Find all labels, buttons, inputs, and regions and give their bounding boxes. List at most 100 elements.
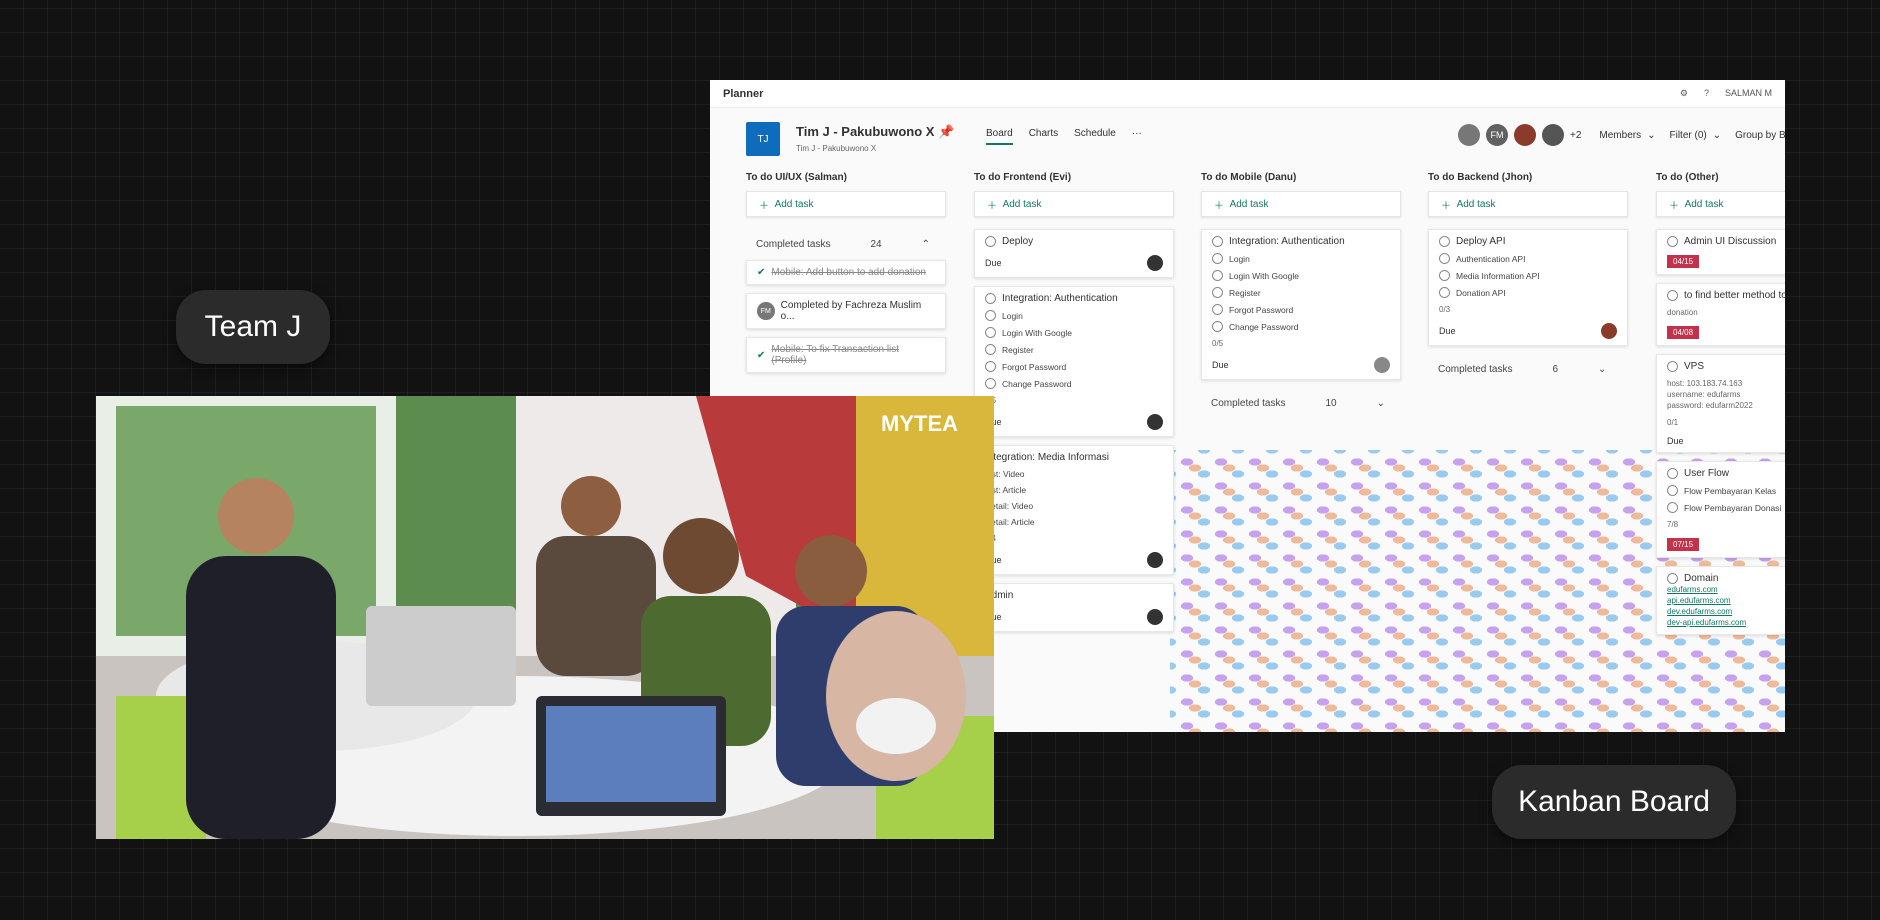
- header-controls: FM +2 Members ⌄ Filter (0) ⌄ Group by B: [1458, 124, 1785, 146]
- gear-icon[interactable]: ⚙: [1680, 88, 1688, 99]
- subtask-radio[interactable]: [1212, 253, 1223, 264]
- check-icon[interactable]: ✔: [757, 267, 765, 278]
- subtask-radio[interactable]: [1667, 485, 1678, 496]
- complete-radio[interactable]: [1667, 236, 1678, 247]
- view-tabs: Board Charts Schedule ···: [986, 128, 1142, 145]
- subtask-radio[interactable]: [985, 310, 996, 321]
- task-card-deploy-api[interactable]: Deploy API Authentication API Media Info…: [1428, 229, 1628, 346]
- plus-icon: ＋: [1669, 200, 1685, 212]
- task-card-domain[interactable]: Domain edufarms.com api.edufarms.com dev…: [1656, 566, 1785, 635]
- column-title: To do Frontend (Evi): [974, 172, 1072, 183]
- subtask-radio[interactable]: [1439, 270, 1450, 281]
- task-card-admin[interactable]: Admin Due: [974, 583, 1174, 632]
- checklist-progress: 0/5: [985, 395, 1163, 406]
- complete-radio[interactable]: [985, 236, 996, 247]
- subtask-radio[interactable]: [1212, 270, 1223, 281]
- subtask-radio[interactable]: [985, 361, 996, 372]
- tab-board[interactable]: Board: [986, 128, 1013, 145]
- plus-icon: ＋: [1441, 200, 1457, 212]
- column-title: To do (Other): [1656, 172, 1719, 183]
- plan-header: TJ Tim J - Pakubuwono X 📌 Tim J - Pakubu…: [746, 122, 1785, 160]
- due-date-badge: 07/15: [1667, 538, 1700, 551]
- checklist-progress: 7/8: [1667, 520, 1679, 529]
- add-task-button[interactable]: ＋ Add task: [746, 191, 946, 217]
- task-card[interactable]: ✔ Mobile: To fix Transaction list (Profil…: [746, 337, 946, 373]
- group-by-button[interactable]: Group by B: [1735, 130, 1785, 141]
- subtask-radio[interactable]: [1439, 287, 1450, 298]
- subtask-radio[interactable]: [1667, 502, 1678, 513]
- user-name[interactable]: SALMAN M: [1725, 88, 1772, 99]
- chevron-down-icon: ⌄: [1376, 398, 1385, 409]
- member-avatar[interactable]: [1514, 124, 1536, 146]
- completed-tasks-toggle[interactable]: Completed tasks 6 ⌄: [1428, 354, 1628, 385]
- assignee-avatar[interactable]: [1601, 323, 1617, 339]
- add-task-button[interactable]: ＋ Add task: [1428, 191, 1628, 217]
- assignee-avatar[interactable]: [1147, 552, 1163, 568]
- subtask-radio[interactable]: [1212, 304, 1223, 315]
- more-members-count[interactable]: +2: [1570, 130, 1581, 141]
- plan-subtitle: Tim J - Pakubuwono X: [796, 144, 877, 153]
- plus-icon: ＋: [987, 200, 1003, 212]
- team-photo-illustration: MYTEA: [96, 396, 994, 839]
- domain-link[interactable]: dev-api.edufarms.com: [1667, 617, 1785, 628]
- pin-icon[interactable]: 📌: [938, 124, 954, 139]
- more-icon[interactable]: ···: [1132, 128, 1142, 145]
- mytea-sign: MYTEA: [881, 411, 958, 436]
- kanban-board-label: Kanban Board: [1492, 765, 1736, 839]
- column-mobile: To do Mobile (Danu) ＋ Add task Integrati…: [1201, 172, 1401, 419]
- members-button[interactable]: Members: [1599, 130, 1641, 141]
- subtask-radio[interactable]: [1439, 253, 1450, 264]
- task-card-admin-ui[interactable]: Admin UI Discussion 04/15: [1656, 229, 1785, 275]
- subtask-radio[interactable]: [985, 327, 996, 338]
- complete-radio[interactable]: [985, 293, 996, 304]
- domain-link[interactable]: edufarms.com: [1667, 584, 1785, 595]
- due-label: Due: [985, 258, 1002, 268]
- subtask-radio[interactable]: [985, 378, 996, 389]
- plan-avatar: TJ: [746, 122, 780, 156]
- task-card-user-flow[interactable]: User Flow Flow Pembayaran Kelas Flow Pem…: [1656, 461, 1785, 558]
- complete-radio[interactable]: [1667, 573, 1678, 584]
- assignee-avatar[interactable]: [1147, 609, 1163, 625]
- task-card-vps[interactable]: VPS host: 103.183.74.163 username: edufar…: [1656, 354, 1785, 453]
- member-avatar[interactable]: [1458, 124, 1480, 146]
- domain-link[interactable]: api.edufarms.com: [1667, 595, 1785, 606]
- chevron-up-icon: ⌃: [921, 239, 930, 250]
- assignee-avatar[interactable]: [1147, 414, 1163, 430]
- checklist-progress: 0/1: [1667, 418, 1679, 427]
- subtask-radio[interactable]: [1212, 287, 1223, 298]
- task-card-media[interactable]: Integration: Media Informasi List: Video…: [974, 445, 1174, 575]
- complete-radio[interactable]: [1439, 236, 1450, 247]
- member-avatar[interactable]: [1542, 124, 1564, 146]
- assignee-avatar[interactable]: [1147, 255, 1163, 271]
- plus-icon: ＋: [759, 200, 775, 212]
- filter-button[interactable]: Filter (0): [1669, 130, 1706, 141]
- complete-radio[interactable]: [1667, 468, 1678, 479]
- complete-radio[interactable]: [1667, 290, 1678, 301]
- column-other: To do (Other) ＋ Add task Admin UI Discus…: [1656, 172, 1785, 643]
- task-card-auth[interactable]: Integration: Authentication Login Login …: [1201, 229, 1401, 380]
- check-icon[interactable]: ✔: [757, 350, 765, 361]
- completed-tasks-toggle[interactable]: Completed tasks 24 ⌃: [746, 229, 946, 260]
- tab-charts[interactable]: Charts: [1029, 128, 1058, 145]
- member-avatar-fm[interactable]: FM: [1486, 124, 1508, 146]
- help-icon[interactable]: ?: [1704, 88, 1709, 99]
- domain-link[interactable]: dev.edufarms.com: [1667, 606, 1785, 617]
- task-card-auth[interactable]: Integration: Authentication Login Login …: [974, 286, 1174, 437]
- completed-tasks-toggle[interactable]: Completed tasks 10 ⌄: [1201, 388, 1401, 419]
- team-photo: MYTEA: [96, 396, 994, 839]
- add-task-button[interactable]: ＋ Add task: [974, 191, 1174, 217]
- add-task-button[interactable]: ＋ Add task: [1201, 191, 1401, 217]
- app-title: Planner: [723, 87, 764, 100]
- task-card[interactable]: ✔ Mobile: Add button to add donation: [746, 260, 946, 285]
- add-task-button[interactable]: ＋ Add task: [1656, 191, 1785, 217]
- subtask-radio[interactable]: [1212, 321, 1223, 332]
- team-j-label: Team J: [176, 290, 330, 364]
- complete-radio[interactable]: [1212, 236, 1223, 247]
- tab-schedule[interactable]: Schedule: [1074, 128, 1116, 145]
- avatar: FM: [757, 302, 775, 320]
- assignee-avatar[interactable]: [1374, 357, 1390, 373]
- task-card-better-method[interactable]: to find better method to donation 04/08: [1656, 283, 1785, 346]
- task-card-deploy[interactable]: Deploy Due: [974, 229, 1174, 278]
- subtask-radio[interactable]: [985, 344, 996, 355]
- complete-radio[interactable]: [1667, 361, 1678, 372]
